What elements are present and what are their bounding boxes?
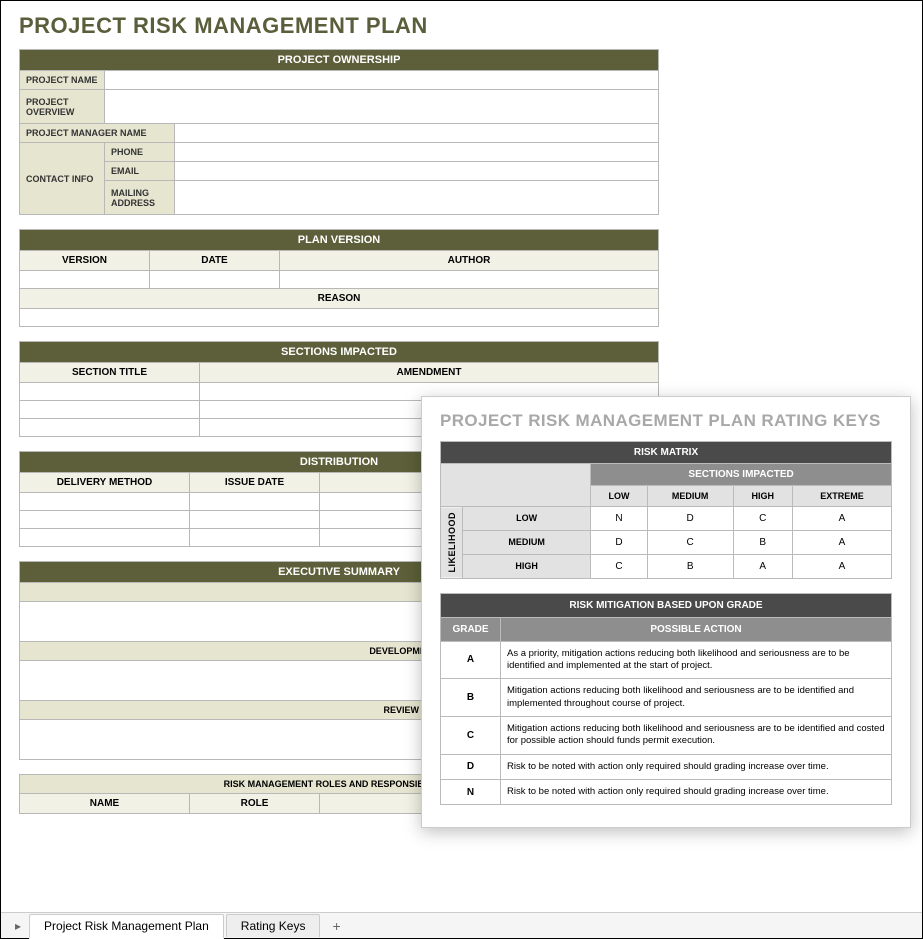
row-high: HIGH — [463, 554, 591, 578]
grid-cell: A — [792, 530, 891, 554]
grade-cell: N — [441, 779, 501, 804]
col-extreme: EXTREME — [792, 486, 891, 507]
sections-header: SECTIONS IMPACTED — [20, 342, 659, 363]
col-high: HIGH — [733, 486, 792, 507]
grid-cell: N — [591, 507, 648, 531]
roles-role-col: ROLE — [190, 794, 320, 814]
add-tab-button[interactable]: + — [322, 914, 350, 938]
project-manager-field[interactable] — [175, 124, 659, 143]
date-cell[interactable] — [150, 271, 280, 289]
author-cell[interactable] — [280, 271, 659, 289]
grade-cell: D — [441, 754, 501, 779]
issue-date-col: ISSUE DATE — [190, 473, 320, 493]
grid-cell: A — [733, 554, 792, 578]
email-label: EMAIL — [105, 162, 175, 181]
mitigation-header: RISK MITIGATION BASED UPON GRADE — [441, 593, 892, 617]
table-cell[interactable] — [20, 493, 190, 511]
row-low: LOW — [463, 507, 591, 531]
sections-impacted-header: SECTIONS IMPACTED — [591, 464, 892, 486]
table-cell[interactable] — [20, 511, 190, 529]
grade-cell: B — [441, 679, 501, 717]
version-cell[interactable] — [20, 271, 150, 289]
sheet-tab-bar: ▸ Project Risk Management Plan Rating Ke… — [1, 912, 922, 938]
contact-info-label: CONTACT INFO — [20, 143, 105, 215]
tab-scroll-arrow-icon[interactable]: ▸ — [7, 919, 29, 933]
project-overview-label: PROJECT OVERVIEW — [20, 90, 105, 124]
mailing-label: MAILING ADDRESS — [105, 181, 175, 215]
project-name-label: PROJECT NAME — [20, 71, 105, 90]
tab-rating-keys[interactable]: Rating Keys — [226, 914, 321, 937]
grid-cell: C — [591, 554, 648, 578]
reason-cell[interactable] — [20, 309, 659, 327]
action-cell: As a priority, mitigation actions reduci… — [501, 641, 892, 679]
reason-col: REASON — [20, 289, 659, 309]
amendment-col: AMENDMENT — [200, 363, 659, 383]
action-cell: Mitigation actions reducing both likelih… — [501, 679, 892, 717]
risk-matrix-table: RISK MATRIX SECTIONS IMPACTED LOWMEDIUMH… — [440, 441, 892, 579]
grid-cell: C — [647, 530, 733, 554]
version-col: VERSION — [20, 251, 150, 271]
table-cell[interactable] — [20, 419, 200, 437]
grid-cell: A — [792, 554, 891, 578]
date-col: DATE — [150, 251, 280, 271]
col-low: LOW — [591, 486, 648, 507]
email-field[interactable] — [175, 162, 659, 181]
author-col: AUTHOR — [280, 251, 659, 271]
ownership-header: PROJECT OWNERSHIP — [20, 50, 659, 71]
table-cell[interactable] — [20, 529, 190, 547]
rating-keys-card: PROJECT RISK MANAGEMENT PLAN RATING KEYS… — [421, 396, 911, 828]
delivery-col: DELIVERY METHOD — [20, 473, 190, 493]
phone-field[interactable] — [175, 143, 659, 162]
likelihood-label: LIKELIHOOD — [441, 507, 463, 579]
project-manager-label: PROJECT MANAGER NAME — [20, 124, 175, 143]
col-medium: MEDIUM — [647, 486, 733, 507]
grade-col: GRADE — [441, 617, 501, 641]
action-col: POSSIBLE ACTION — [501, 617, 892, 641]
section-title-col: SECTION TITLE — [20, 363, 200, 383]
table-cell[interactable] — [190, 529, 320, 547]
row-medium: MEDIUM — [463, 530, 591, 554]
roles-name-col: NAME — [20, 794, 190, 814]
phone-label: PHONE — [105, 143, 175, 162]
grid-cell: B — [733, 530, 792, 554]
project-overview-field[interactable] — [105, 90, 659, 124]
ownership-table: PROJECT OWNERSHIP PROJECT NAME PROJECT O… — [19, 49, 659, 215]
table-cell[interactable] — [20, 401, 200, 419]
plan-version-header: PLAN VERSION — [20, 230, 659, 251]
matrix-corner — [441, 464, 591, 507]
matrix-header: RISK MATRIX — [441, 442, 892, 464]
mailing-field[interactable] — [175, 181, 659, 215]
table-cell[interactable] — [20, 383, 200, 401]
grade-cell: C — [441, 716, 501, 754]
table-cell[interactable] — [190, 493, 320, 511]
action-cell: Risk to be noted with action only requir… — [501, 779, 892, 804]
grid-cell: A — [792, 507, 891, 531]
grid-cell: D — [591, 530, 648, 554]
action-cell: Mitigation actions reducing both likelih… — [501, 716, 892, 754]
tab-project-risk-management-plan[interactable]: Project Risk Management Plan — [29, 914, 224, 939]
plan-version-table: PLAN VERSION VERSIONDATEAUTHOR REASON — [19, 229, 659, 327]
page-title: PROJECT RISK MANAGEMENT PLAN — [19, 13, 904, 39]
mitigation-table: RISK MITIGATION BASED UPON GRADE GRADEPO… — [440, 593, 892, 806]
grade-cell: A — [441, 641, 501, 679]
card-title: PROJECT RISK MANAGEMENT PLAN RATING KEYS — [440, 411, 892, 431]
grid-cell: C — [733, 507, 792, 531]
grid-cell: D — [647, 507, 733, 531]
project-name-field[interactable] — [105, 71, 659, 90]
table-cell[interactable] — [190, 511, 320, 529]
action-cell: Risk to be noted with action only requir… — [501, 754, 892, 779]
grid-cell: B — [647, 554, 733, 578]
